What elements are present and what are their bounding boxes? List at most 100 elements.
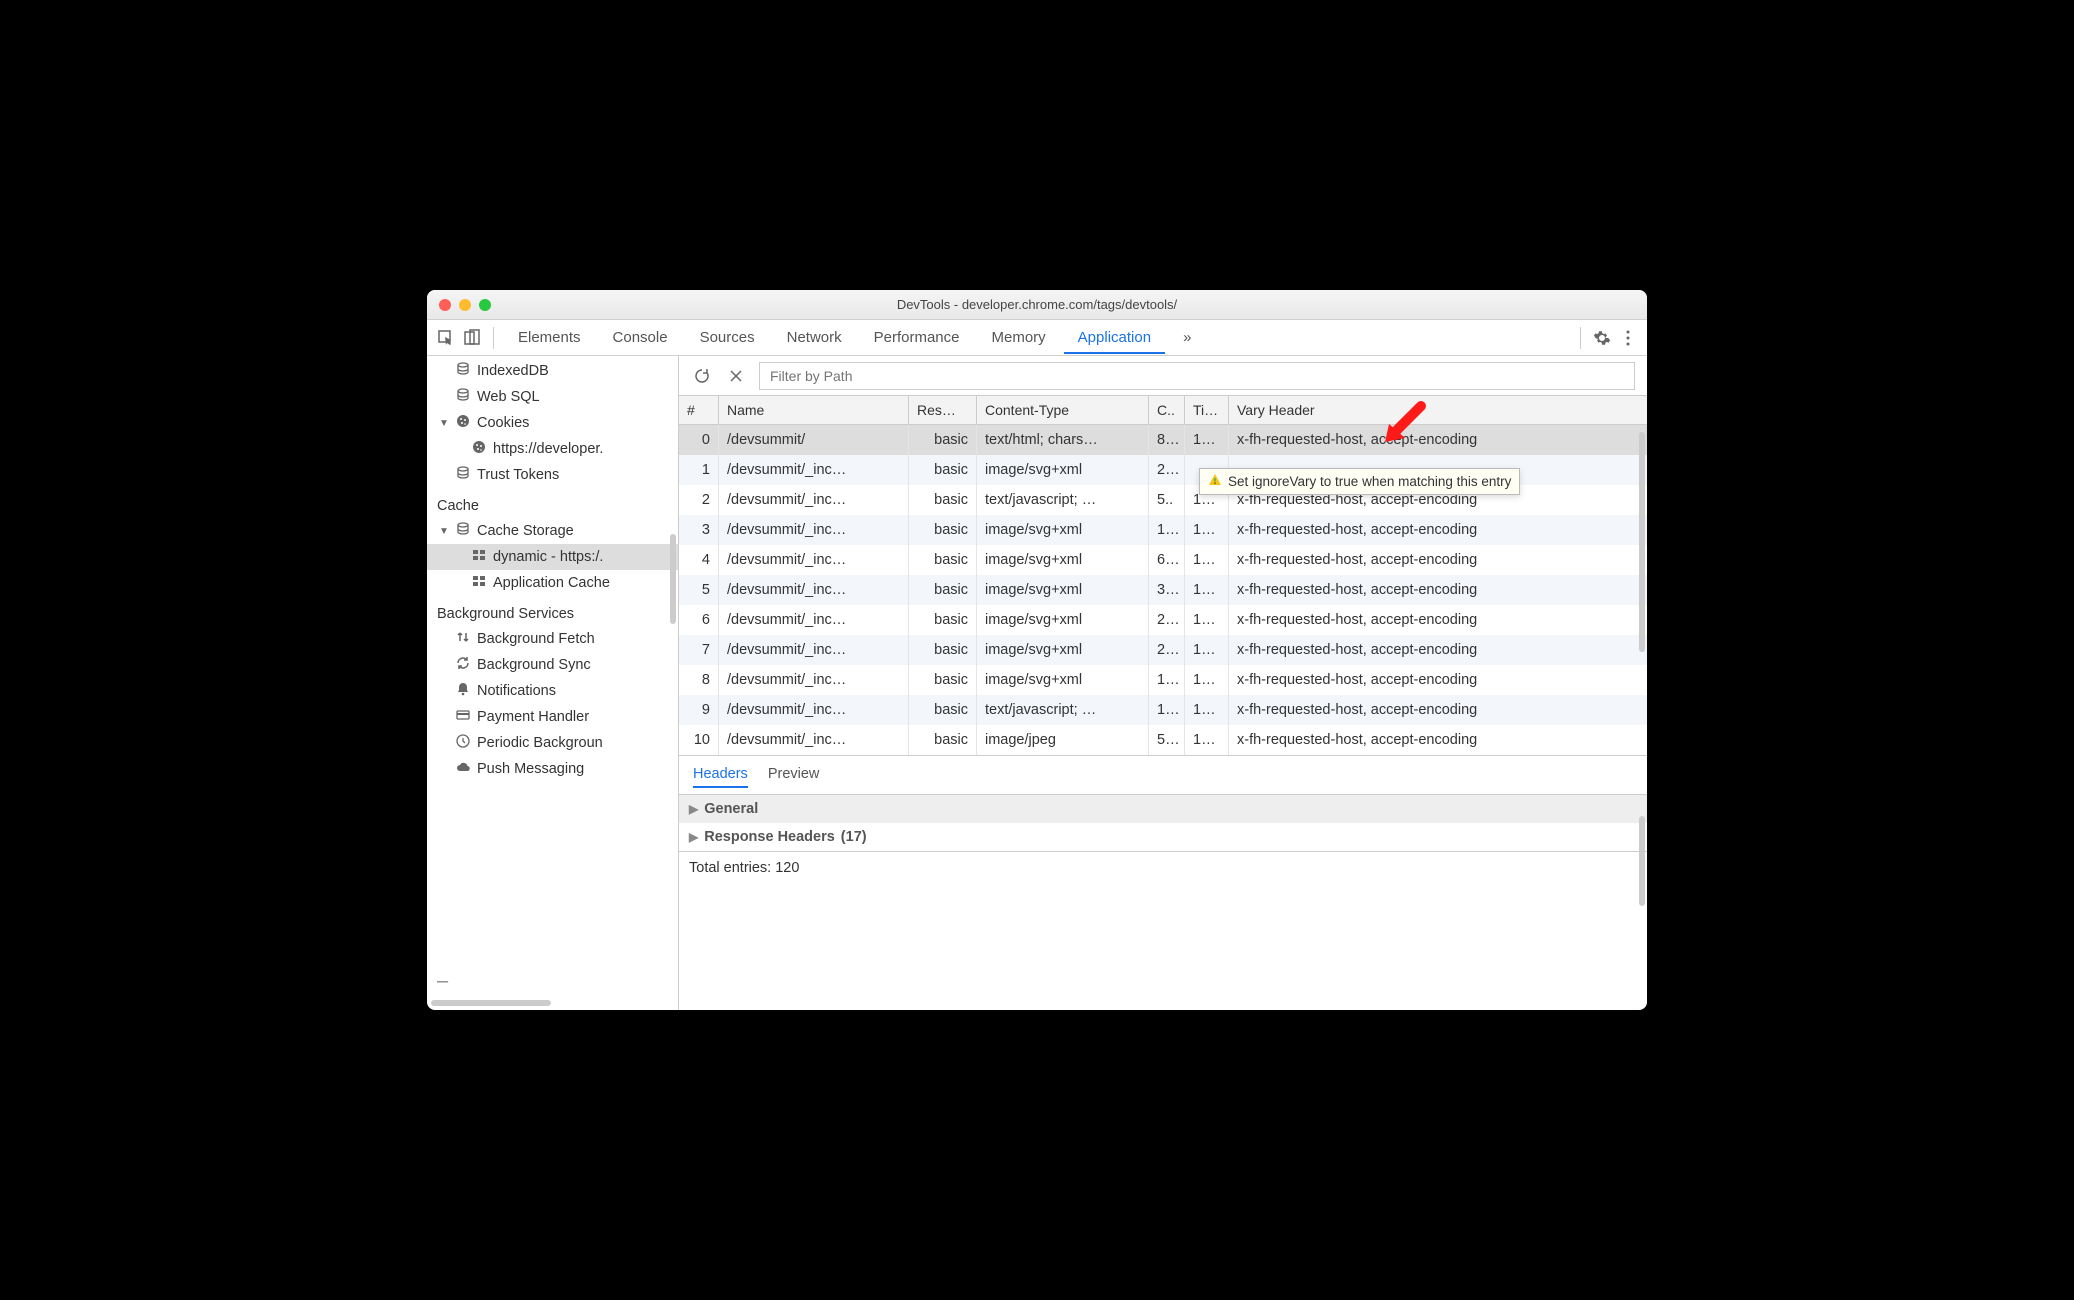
grid-icon (471, 573, 487, 593)
cell-content-length: 5.. (1149, 485, 1185, 515)
table-row[interactable]: 5/devsummit/_inc…basicimage/svg+xml3…1…x… (679, 575, 1647, 605)
sidebar-item-cookies[interactable]: ▼Cookies (427, 410, 678, 436)
table-row[interactable]: 7/devsummit/_inc…basicimage/svg+xml2…1…x… (679, 635, 1647, 665)
updown-icon (455, 629, 471, 649)
cell-response-type: basic (909, 725, 977, 755)
col-name[interactable]: Name (719, 396, 909, 424)
section-response-headers-label: Response Headers (704, 829, 835, 845)
sidebar-item-web-sql[interactable]: Web SQL (427, 384, 678, 410)
card-icon (455, 707, 471, 727)
section-general-label: General (704, 801, 758, 817)
cell-name: /devsummit/_inc… (719, 605, 909, 635)
cell-response-type: basic (909, 605, 977, 635)
sidebar-item-application-cache[interactable]: Application Cache (427, 570, 678, 596)
tab-elements[interactable]: Elements (504, 321, 595, 354)
col-response-type[interactable]: Res… (909, 396, 977, 424)
tab-sources[interactable]: Sources (686, 321, 769, 354)
section-general[interactable]: ▶ General (679, 795, 1647, 823)
col-content-length[interactable]: C.. (1149, 396, 1185, 424)
cell-time-cached: 1… (1185, 425, 1229, 455)
table-row[interactable]: 3/devsummit/_inc…basicimage/svg+xml1…1…x… (679, 515, 1647, 545)
cell-response-type: basic (909, 485, 977, 515)
response-headers-count: (17) (841, 829, 867, 845)
sidebar-item-payment-handler[interactable]: Payment Handler (427, 704, 678, 730)
tooltip-text: Set ignoreVary to true when matching thi… (1228, 474, 1511, 489)
tab-performance[interactable]: Performance (860, 321, 974, 354)
cell-content-length: 1… (1149, 695, 1185, 725)
sidebar-scrollbar[interactable] (670, 534, 676, 624)
settings-gear-icon[interactable] (1591, 327, 1613, 349)
sidebar-hscrollbar[interactable] (431, 1000, 551, 1006)
sidebar-item-background-sync[interactable]: Background Sync (427, 652, 678, 678)
tabs-overflow-button[interactable]: » (1169, 321, 1205, 354)
table-row[interactable]: 10/devsummit/_inc…basicimage/jpeg5…1…x-f… (679, 725, 1647, 755)
sidebar-item-push-messaging[interactable]: Push Messaging (427, 756, 678, 782)
cell-response-type: basic (909, 575, 977, 605)
cell-vary-header: x-fh-requested-host, accept-encoding (1229, 425, 1647, 455)
cell-vary-header: x-fh-requested-host, accept-encoding (1229, 575, 1647, 605)
sidebar-item-dynamic-https[interactable]: dynamic - https:/. (427, 544, 678, 570)
cell-index: 9 (679, 695, 719, 725)
delete-icon[interactable] (725, 365, 747, 387)
cell-vary-header: x-fh-requested-host, accept-encoding (1229, 635, 1647, 665)
cell-content-length: 3… (1149, 575, 1185, 605)
cell-vary-header: x-fh-requested-host, accept-encoding (1229, 665, 1647, 695)
sidebar-item-trust-tokens[interactable]: Trust Tokens (427, 462, 678, 488)
cell-vary-header: x-fh-requested-host, accept-encoding (1229, 545, 1647, 575)
sidebar-item-label: Payment Handler (477, 709, 589, 725)
body: IndexedDB Web SQL ▼Cookieshttps://develope… (427, 356, 1647, 1010)
tab-preview[interactable]: Preview (768, 762, 820, 788)
table-row[interactable]: 4/devsummit/_inc…basicimage/svg+xml6…1…x… (679, 545, 1647, 575)
sidebar-resize-handle[interactable]: – (437, 978, 448, 984)
device-toggle-icon[interactable] (461, 327, 483, 349)
filter-by-path-input[interactable] (759, 362, 1635, 390)
cell-index: 2 (679, 485, 719, 515)
tab-application[interactable]: Application (1064, 321, 1165, 354)
col-time-cached[interactable]: Ti… (1185, 396, 1229, 424)
tab-network[interactable]: Network (773, 321, 856, 354)
table-row[interactable]: 0/devsummit/basictext/html; chars…8…1…x-… (679, 425, 1647, 455)
cell-index: 5 (679, 575, 719, 605)
window-title: DevTools - developer.chrome.com/tags/dev… (427, 297, 1647, 312)
sidebar-item-notifications[interactable]: Notifications (427, 678, 678, 704)
sidebar-item-label: IndexedDB (477, 363, 549, 379)
cell-vary-header: x-fh-requested-host, accept-encoding (1229, 695, 1647, 725)
cell-content-type: text/javascript; … (977, 485, 1149, 515)
main-scrollbar[interactable] (1639, 432, 1645, 652)
cell-content-type: image/jpeg (977, 725, 1149, 755)
sidebar-item-label: Push Messaging (477, 761, 584, 777)
sidebar-item-periodic-backgroun[interactable]: Periodic Backgroun (427, 730, 678, 756)
cell-content-length: 8… (1149, 425, 1185, 455)
cell-response-type: basic (909, 425, 977, 455)
table-row[interactable]: 8/devsummit/_inc…basicimage/svg+xml1…1…x… (679, 665, 1647, 695)
sidebar-item-indexeddb[interactable]: IndexedDB (427, 358, 678, 384)
cell-response-type: basic (909, 455, 977, 485)
cache-table-header: # Name Res… Content-Type C.. Ti… Vary He… (679, 396, 1647, 425)
sidebar-item-https-developer[interactable]: https://developer. (427, 436, 678, 462)
kebab-menu-icon[interactable] (1617, 327, 1639, 349)
sidebar-item-background-fetch[interactable]: Background Fetch (427, 626, 678, 652)
col-index[interactable]: # (679, 396, 719, 424)
total-entries: Total entries: 120 (679, 851, 1647, 884)
cell-index: 1 (679, 455, 719, 485)
col-content-type[interactable]: Content-Type (977, 396, 1149, 424)
col-vary-header[interactable]: Vary Header (1229, 396, 1647, 424)
section-response-headers[interactable]: ▶ Response Headers (17) (679, 823, 1647, 851)
sidebar-item-label: Web SQL (477, 389, 540, 405)
table-row[interactable]: 9/devsummit/_inc…basictext/javascript; …… (679, 695, 1647, 725)
disclosure-triangle-icon: ▼ (439, 526, 449, 537)
table-row[interactable]: 6/devsummit/_inc…basicimage/svg+xml2…1…x… (679, 605, 1647, 635)
sidebar-item-cache-storage[interactable]: ▼ Cache Storage (427, 518, 678, 544)
tab-memory[interactable]: Memory (978, 321, 1060, 354)
details-scrollbar[interactable] (1639, 816, 1645, 906)
tab-headers[interactable]: Headers (693, 762, 748, 788)
annotation-arrow-icon (1379, 400, 1427, 448)
sidebar-item-label: Cache Storage (477, 523, 574, 539)
divider (493, 327, 494, 349)
inspect-element-icon[interactable] (435, 327, 457, 349)
tab-console[interactable]: Console (599, 321, 682, 354)
disclosure-triangle-icon: ▶ (689, 830, 698, 844)
db-icon (455, 361, 471, 381)
refresh-icon[interactable] (691, 365, 713, 387)
cell-name: /devsummit/_inc… (719, 575, 909, 605)
